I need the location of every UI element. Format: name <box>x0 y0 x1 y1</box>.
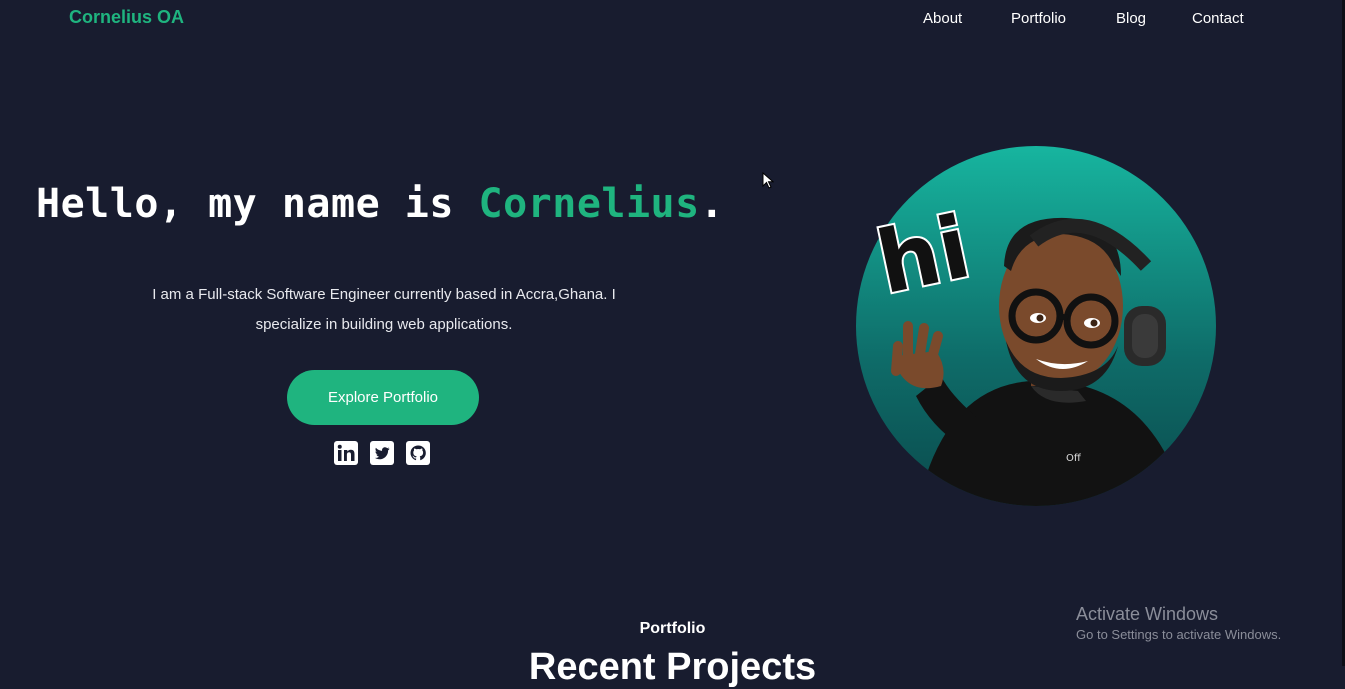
nav-link-contact[interactable]: Contact <box>1192 10 1244 27</box>
hero-headline-prefix: Hello, my name is <box>36 181 479 227</box>
top-navbar: Cornelius OA About Portfolio Blog Contac… <box>0 0 1345 36</box>
nav-menu: About Portfolio Blog Contact <box>0 10 1345 30</box>
watermark-title: Activate Windows <box>1076 604 1219 624</box>
github-icon[interactable] <box>406 441 430 465</box>
twitter-icon[interactable] <box>370 441 394 465</box>
hero-headline-suffix: . <box>699 181 725 227</box>
hero-avatar: Off hi <box>856 146 1216 506</box>
nav-link-about[interactable]: About <box>923 10 962 27</box>
nav-link-blog[interactable]: Blog <box>1116 10 1146 27</box>
portfolio-section-title: Recent Projects <box>528 646 817 688</box>
linkedin-icon[interactable] <box>334 441 358 465</box>
watermark-subtitle: Go to Settings to activate Windows. <box>1076 627 1282 642</box>
windows-activation-watermark: Activate Windows Go to Settings to activ… <box>1076 604 1281 642</box>
hero-intro: I am a Full-stack Software Engineer curr… <box>152 286 616 333</box>
hero-headline-name: Cornelius <box>478 181 700 227</box>
mouse-cursor-icon <box>762 171 775 195</box>
explore-portfolio-button[interactable]: Explore Portfolio <box>287 370 479 425</box>
hero-headline: Hello, my name is Cornelius. <box>36 181 724 227</box>
nav-link-portfolio[interactable]: Portfolio <box>1011 10 1066 27</box>
svg-text:Off: Off <box>1066 453 1082 464</box>
